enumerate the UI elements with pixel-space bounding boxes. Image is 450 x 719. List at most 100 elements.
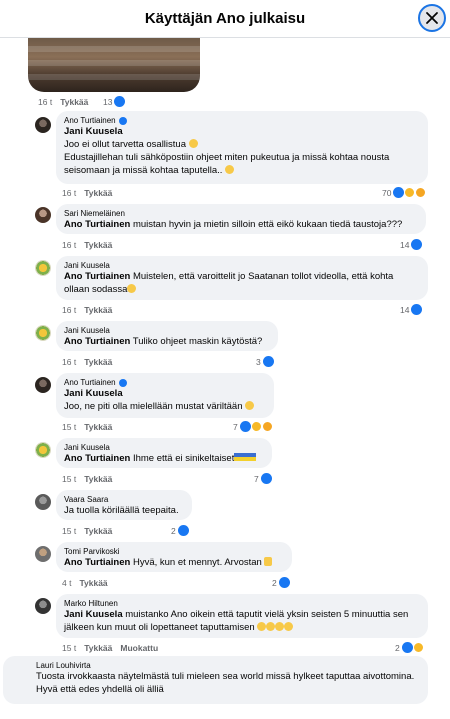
laughing-emoji-icon — [275, 622, 285, 631]
comment-author[interactable]: Sari Niemeläinen — [64, 209, 418, 218]
comment-mention[interactable]: Ano Turtiainen — [64, 453, 130, 464]
comment-like-button[interactable]: Tykkää — [84, 305, 112, 315]
comment-bubble: Vaara Saara Ja tuolla köriläällä teepait… — [56, 490, 192, 520]
close-button[interactable] — [418, 4, 446, 32]
comment-time: 16 t — [62, 357, 77, 367]
reaction-count: 13 — [103, 96, 113, 107]
comment-actions: 16 t Tykkää — [62, 240, 112, 250]
grimace-emoji-icon — [225, 165, 235, 174]
comment-author[interactable]: Lauri Louhivirta — [36, 661, 420, 670]
comment-actions: 16 t Tykkää — [62, 188, 112, 198]
comment-text: Joo ei ollut tarvetta osallistua — [64, 138, 420, 151]
comment-mention[interactable]: Jani Kuusela — [64, 125, 420, 138]
comment-bubble: Tomi Parvikoski Ano Turtiainen Hyvä, kun… — [56, 542, 292, 572]
comment-time: 15 t — [62, 422, 77, 432]
comment-mention[interactable]: Jani Kuusela — [64, 387, 266, 400]
comment-reaction-count[interactable]: 2 — [272, 577, 290, 588]
avatar[interactable] — [35, 442, 51, 458]
comment-author[interactable]: Tomi Parvikoski — [64, 547, 284, 556]
comment-actions: 15 t Tykkää — [62, 474, 112, 484]
like-reaction-icon — [260, 473, 272, 484]
comment-author[interactable]: Vaara Saara — [64, 495, 184, 504]
verified-badge-icon — [118, 378, 127, 387]
comment-reaction-count[interactable]: 2 — [395, 642, 424, 653]
avatar[interactable] — [35, 598, 51, 614]
comment-text: Ano Turtiainen Tuliko ohjeet maskin käyt… — [64, 336, 263, 347]
comment-reaction-count[interactable]: 70 — [382, 187, 427, 198]
wow-reaction-icon — [415, 187, 427, 198]
comment-mention[interactable]: Ano Turtiainen — [64, 271, 130, 282]
like-reaction-icon — [401, 642, 413, 653]
comment-reaction-count[interactable]: 14 — [400, 239, 423, 250]
comment-like-button[interactable]: Tykkää — [84, 526, 112, 536]
comment-text: Tuosta irvokkaasta näytelmästä tuli miel… — [36, 671, 415, 695]
close-icon — [426, 12, 438, 24]
avatar[interactable] — [35, 260, 51, 276]
like-reaction-icon — [262, 356, 274, 367]
avatar[interactable] — [35, 325, 51, 341]
comment-actions: 16 t Tykkää — [62, 305, 112, 315]
comment-bubble: Ano Turtiainen Jani Kuusela Joo ei ollut… — [56, 111, 428, 184]
like-reaction-icon — [177, 525, 189, 536]
comment-reaction-count[interactable]: 7 — [254, 473, 272, 484]
post-actions: 16 t Tykkää — [38, 97, 88, 107]
comment-author[interactable]: Jani Kuusela — [64, 443, 264, 452]
comment-like-button[interactable]: Tykkää — [79, 578, 107, 588]
like-reaction-icon — [393, 187, 405, 198]
post-image[interactable] — [28, 38, 200, 92]
comment-author[interactable]: Ano Turtiainen — [64, 378, 266, 387]
comment-actions: 15 t Tykkää — [62, 422, 112, 432]
laughing-emoji-icon — [257, 622, 267, 631]
comment-text: Ja tuolla köriläällä teepaita. — [64, 505, 179, 516]
comment-author[interactable]: Jani Kuusela — [64, 261, 420, 270]
comment-text: Joo, ne piti olla mielellään mustat väri… — [64, 400, 266, 413]
avatar[interactable] — [35, 546, 51, 562]
comment-actions: 15 t Tykkää Muokattu — [62, 643, 158, 653]
comment-like-button[interactable]: Tykkää — [84, 643, 112, 653]
like-reaction-icon — [411, 239, 423, 250]
like-reaction-icon — [114, 96, 126, 107]
comment-author[interactable]: Jani Kuusela — [64, 326, 270, 335]
comment-like-button[interactable]: Tykkää — [84, 357, 112, 367]
comment-mention[interactable]: Ano Turtiainen — [64, 336, 130, 347]
like-reaction-icon — [278, 577, 290, 588]
comment-text: Jani Kuusela muistanko Ano oikein että t… — [64, 609, 409, 633]
avatar[interactable] — [35, 117, 51, 133]
comment-time: 16 t — [62, 240, 77, 250]
dialog-title: Käyttäjän Ano julkaisu — [144, 10, 306, 27]
comment-like-button[interactable]: Tykkää — [84, 422, 112, 432]
avatar[interactable] — [35, 494, 51, 510]
comment-actions: 15 t Tykkää — [62, 526, 112, 536]
confused-emoji-icon — [127, 284, 137, 293]
post-time: 16 t — [38, 97, 53, 107]
comment-mention[interactable]: Ano Turtiainen — [64, 557, 130, 568]
comment-author[interactable]: Marko Hiltunen — [64, 599, 420, 608]
comment-reaction-count[interactable]: 3 — [256, 356, 274, 367]
comment-like-button[interactable]: Tykkää — [84, 188, 112, 198]
comment-text: Ano Turtiainen Ihme että ei sinikeltaise… — [64, 452, 264, 465]
post-like-button[interactable]: Tykkää — [60, 97, 88, 107]
comment-mention[interactable]: Ano Turtiainen — [64, 219, 130, 230]
comment-author[interactable]: Ano Turtiainen — [64, 116, 420, 125]
avatar[interactable] — [35, 377, 51, 393]
comment-mention[interactable]: Jani Kuusela — [64, 609, 123, 620]
comment-like-button[interactable]: Tykkää — [84, 474, 112, 484]
laughing-emoji-icon — [266, 622, 276, 631]
comment-time: 15 t — [62, 643, 77, 653]
comment-actions: 4 t Tykkää — [62, 578, 108, 588]
dialog-header: Käyttäjän Ano julkaisu — [0, 0, 450, 38]
comment-bubble: Sari Niemeläinen Ano Turtiainen muistan … — [56, 204, 426, 234]
comment-bubble: Ano Turtiainen Jani Kuusela Joo, ne piti… — [56, 373, 274, 418]
haha-reaction-icon — [250, 421, 262, 432]
comment-reaction-count[interactable]: 2 — [171, 525, 189, 536]
comment-like-button[interactable]: Tykkää — [84, 240, 112, 250]
comment-reaction-count[interactable]: 14 — [400, 304, 423, 315]
comment-reaction-count[interactable]: 7 — [233, 421, 273, 432]
edited-label: Muokattu — [120, 643, 159, 653]
avatar[interactable] — [35, 207, 51, 223]
comment-bubble: Jani Kuusela Ano Turtiainen Muistelen, e… — [56, 256, 428, 300]
wow-reaction-icon — [261, 421, 273, 432]
grimace-emoji-icon — [245, 401, 255, 410]
haha-reaction-icon — [404, 187, 416, 198]
post-reaction-count[interactable]: 13 — [103, 96, 126, 107]
